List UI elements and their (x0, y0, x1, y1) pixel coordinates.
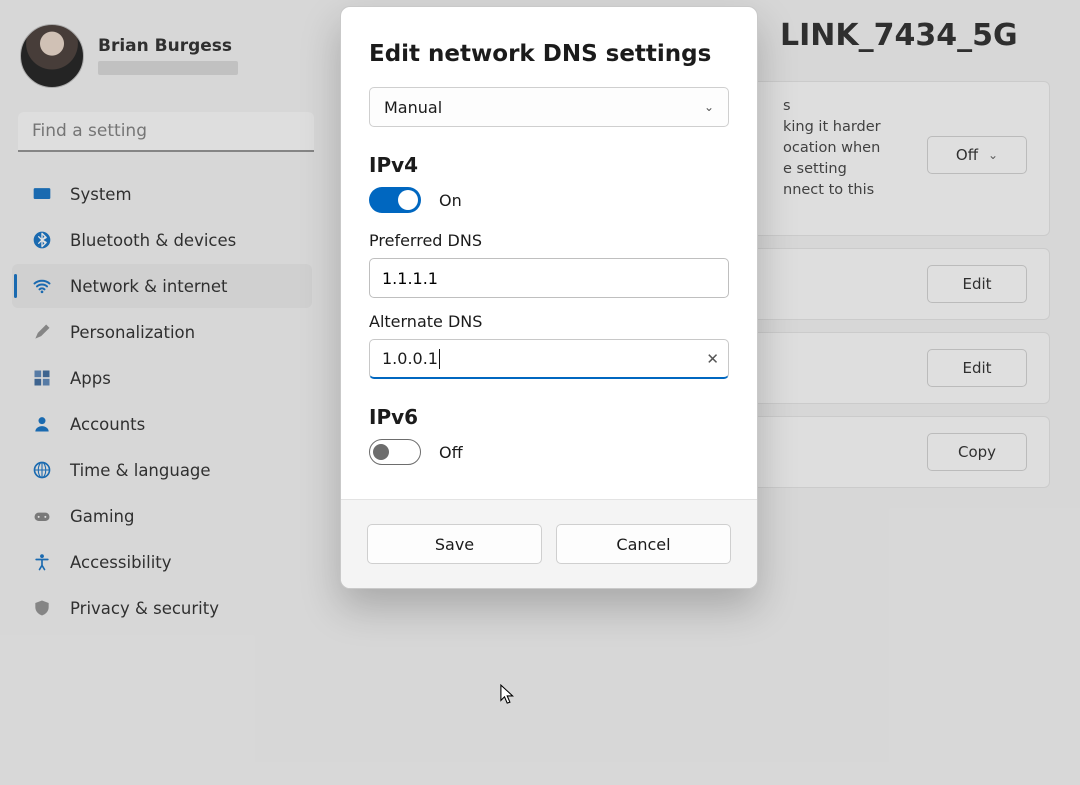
sidebar-item-network[interactable]: Network & internet (12, 264, 312, 308)
sidebar-item-label: Apps (70, 369, 111, 388)
alternate-dns-input[interactable]: 1.0.0.1 (369, 339, 729, 379)
user-name: Brian Burgess (98, 38, 238, 55)
avatar (20, 24, 84, 88)
sidebar-item-label: Bluetooth & devices (70, 231, 236, 250)
wifi-icon (32, 276, 52, 296)
alternate-dns-label: Alternate DNS (369, 312, 729, 331)
sidebar-item-label: System (70, 185, 132, 204)
sidebar-item-apps[interactable]: Apps (12, 356, 312, 400)
ipv6-toggle-label: Off (439, 443, 463, 462)
sidebar-item-label: Privacy & security (70, 599, 219, 618)
network-profile-toggle[interactable]: Off ⌄ (927, 136, 1027, 174)
accessibility-icon (32, 552, 52, 572)
sidebar-item-system[interactable]: System (12, 172, 312, 216)
person-icon (32, 414, 52, 434)
ipv4-heading: IPv4 (369, 153, 729, 177)
sidebar-item-label: Accounts (70, 415, 145, 434)
sidebar: Brian Burgess System Bluetooth & devices… (0, 0, 320, 785)
preferred-dns-label: Preferred DNS (369, 231, 729, 250)
mouse-cursor-icon (500, 684, 518, 706)
sidebar-item-label: Time & language (70, 461, 211, 480)
ipv4-toggle[interactable] (369, 187, 421, 213)
chevron-down-icon: ⌄ (988, 148, 998, 162)
nav-list: System Bluetooth & devices Network & int… (12, 172, 312, 630)
copy-button[interactable]: Copy (927, 433, 1027, 471)
system-icon (32, 184, 52, 204)
edit-button[interactable]: Edit (927, 349, 1027, 387)
select-value: Manual (384, 98, 442, 117)
user-email-redacted (98, 61, 238, 75)
sidebar-item-label: Personalization (70, 323, 195, 342)
sidebar-item-label: Gaming (70, 507, 135, 526)
dialog-title: Edit network DNS settings (369, 41, 729, 67)
account-header[interactable]: Brian Burgess (12, 18, 312, 104)
sidebar-item-accessibility[interactable]: Accessibility (12, 540, 312, 584)
clock-globe-icon (32, 460, 52, 480)
gaming-icon (32, 506, 52, 526)
brush-icon (32, 322, 52, 342)
ipv6-toggle[interactable] (369, 439, 421, 465)
clear-input-icon[interactable]: ✕ (706, 350, 719, 368)
edit-button[interactable]: Edit (927, 265, 1027, 303)
sidebar-item-personalization[interactable]: Personalization (12, 310, 312, 354)
search-input[interactable] (18, 112, 314, 152)
sidebar-item-time-language[interactable]: Time & language (12, 448, 312, 492)
preferred-dns-input[interactable] (369, 258, 729, 298)
sidebar-item-label: Accessibility (70, 553, 172, 572)
cancel-button[interactable]: Cancel (556, 524, 731, 564)
ipv4-toggle-label: On (439, 191, 462, 210)
sidebar-item-privacy[interactable]: Privacy & security (12, 586, 312, 630)
sidebar-item-label: Network & internet (70, 277, 227, 296)
chevron-down-icon: ⌄ (704, 100, 714, 114)
apps-icon (32, 368, 52, 388)
save-button[interactable]: Save (367, 524, 542, 564)
dns-settings-dialog: Edit network DNS settings Manual ⌄ IPv4 … (340, 6, 758, 589)
dns-mode-select[interactable]: Manual ⌄ (369, 87, 729, 127)
bluetooth-icon (32, 230, 52, 250)
sidebar-item-accounts[interactable]: Accounts (12, 402, 312, 446)
sidebar-item-gaming[interactable]: Gaming (12, 494, 312, 538)
shield-icon (32, 598, 52, 618)
ipv6-heading: IPv6 (369, 405, 729, 429)
sidebar-item-bluetooth[interactable]: Bluetooth & devices (12, 218, 312, 262)
